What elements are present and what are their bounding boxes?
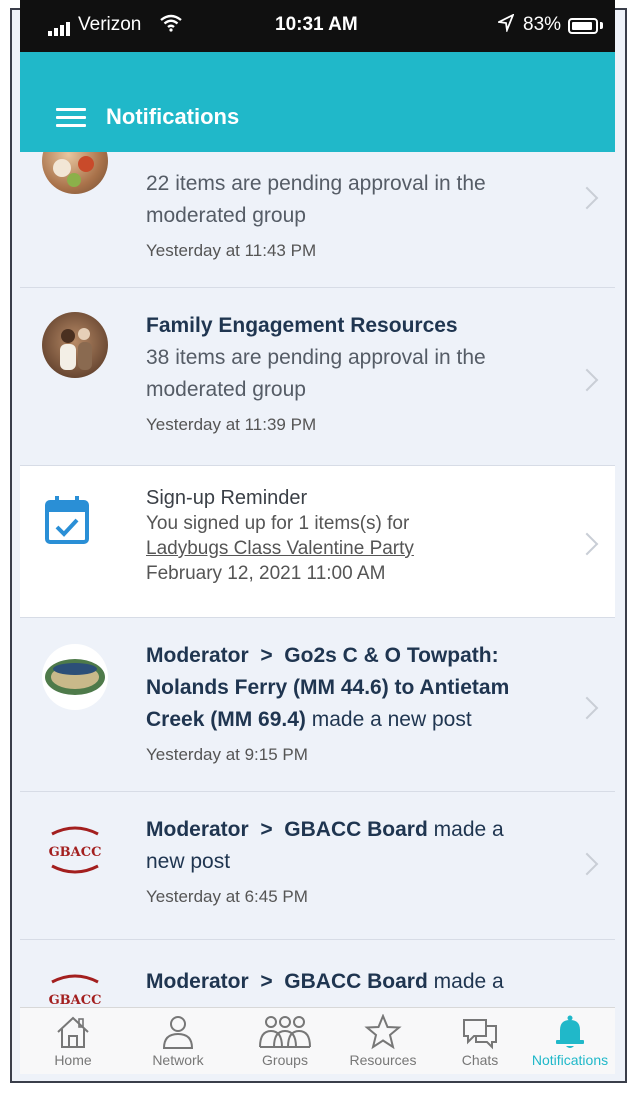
group-avatar-gbacc-logo: GBACC bbox=[42, 818, 108, 884]
notification-item[interactable]: 22 items are pending approval in the mod… bbox=[20, 152, 615, 288]
group-avatar-family-icon bbox=[42, 312, 108, 378]
chevron-right-icon bbox=[575, 368, 599, 392]
chat-icon bbox=[463, 1019, 497, 1050]
role-label: Moderator bbox=[146, 818, 249, 841]
app-header: Notifications bbox=[20, 52, 615, 152]
group-avatar-gbacc-logo: GBACC bbox=[42, 966, 108, 1007]
notification-text: 22 items are pending approval in the mod… bbox=[146, 168, 566, 266]
tab-chats[interactable]: Chats bbox=[440, 1008, 520, 1074]
group-name: Family Engagement Resources bbox=[146, 314, 458, 337]
tab-notifications[interactable]: Notifications bbox=[525, 1008, 615, 1074]
calendar-check-icon bbox=[44, 494, 90, 546]
tab-resources[interactable]: Resources bbox=[338, 1008, 428, 1074]
notification-item[interactable]: GBACC Moderator > GBACC Board made a new… bbox=[20, 792, 615, 940]
notification-time: Yesterday at 6:45 PM bbox=[146, 887, 308, 906]
role-label: Moderator bbox=[146, 644, 249, 667]
hamburger-menu-icon[interactable] bbox=[56, 108, 86, 128]
tab-label: Groups bbox=[262, 1052, 308, 1068]
notification-item[interactable]: Family Engagement Resources 38 items are… bbox=[20, 288, 615, 466]
separator: > bbox=[260, 644, 273, 667]
action-text: made a bbox=[433, 818, 504, 841]
star-icon bbox=[364, 1014, 402, 1050]
tab-label: Chats bbox=[461, 1052, 499, 1068]
gbacc-logo-text: GBACC bbox=[49, 993, 102, 1007]
home-icon bbox=[57, 1016, 89, 1048]
group-name-cont: Nolands Ferry (MM 44.6) to Antietam bbox=[146, 676, 510, 699]
battery-icon bbox=[568, 18, 598, 34]
bottom-tab-bar: Home Network Groups Resources Chats Noti… bbox=[20, 1007, 615, 1074]
chevron-right-icon bbox=[575, 532, 599, 556]
reminder-title: Sign-up Reminder bbox=[146, 487, 308, 509]
notification-list[interactable]: 22 items are pending approval in the mod… bbox=[20, 152, 615, 1007]
wifi-icon bbox=[160, 14, 182, 37]
notification-text: Moderator > GBACC Board made a bbox=[146, 966, 566, 998]
location-arrow-icon bbox=[496, 13, 515, 37]
event-date: February 12, 2021 11:00 AM bbox=[146, 563, 386, 584]
tab-home[interactable]: Home bbox=[38, 1008, 108, 1074]
battery-percent: 83% bbox=[523, 14, 562, 35]
group-name[interactable]: Go2s C & O Towpath: bbox=[284, 644, 498, 667]
groups-icon bbox=[259, 1016, 311, 1048]
notification-text: Sign-up Reminder You signed up for 1 ite… bbox=[146, 486, 566, 586]
group-avatar-food-icon bbox=[42, 152, 108, 194]
battery-tip bbox=[600, 22, 603, 29]
chevron-right-icon bbox=[575, 186, 599, 210]
event-link[interactable]: Ladybugs Class Valentine Party bbox=[146, 536, 566, 561]
person-icon bbox=[162, 1016, 194, 1049]
separator: > bbox=[260, 818, 273, 841]
signal-icon bbox=[48, 22, 70, 36]
notification-item[interactable]: Sign-up Reminder You signed up for 1 ite… bbox=[20, 466, 615, 618]
notification-text: Moderator > GBACC Board made a new post … bbox=[146, 814, 566, 912]
action-text: made a new post bbox=[311, 708, 472, 731]
page-title: Notifications bbox=[106, 104, 240, 129]
separator: > bbox=[260, 970, 273, 993]
clock-time: 10:31 AM bbox=[275, 14, 358, 35]
group-name[interactable]: GBACC Board bbox=[284, 970, 428, 993]
notification-text: Family Engagement Resources 38 items are… bbox=[146, 310, 566, 440]
action-text: new post bbox=[146, 850, 231, 873]
chevron-right-icon bbox=[575, 696, 599, 720]
bell-icon bbox=[556, 1015, 584, 1048]
tab-label: Resources bbox=[349, 1052, 417, 1068]
tab-groups[interactable]: Groups bbox=[240, 1008, 330, 1074]
action-text: made a bbox=[433, 970, 504, 993]
message-line: moderated group bbox=[146, 378, 306, 401]
group-avatar-canal-logo bbox=[42, 644, 108, 710]
group-name-cont: Creek (MM 69.4) bbox=[146, 708, 306, 731]
message-line: 22 items are pending approval in the bbox=[146, 172, 486, 195]
tab-label: Home bbox=[54, 1052, 92, 1068]
message-line: 38 items are pending approval in the bbox=[146, 346, 486, 369]
gbacc-logo-text: GBACC bbox=[49, 845, 102, 860]
notification-time: Yesterday at 11:39 PM bbox=[146, 415, 317, 434]
carrier-label: Verizon bbox=[78, 14, 142, 35]
notification-item[interactable]: Moderator > Go2s C & O Towpath: Nolands … bbox=[20, 618, 615, 792]
tab-label: Network bbox=[152, 1052, 204, 1068]
notification-time: Yesterday at 9:15 PM bbox=[146, 745, 308, 764]
role-label: Moderator bbox=[146, 970, 249, 993]
notification-text: Moderator > Go2s C & O Towpath: Nolands … bbox=[146, 640, 566, 770]
chevron-right-icon bbox=[575, 852, 599, 876]
message-line: You signed up for 1 items(s) for bbox=[146, 513, 410, 534]
tab-network[interactable]: Network bbox=[138, 1008, 218, 1074]
tab-label: Notifications bbox=[531, 1052, 609, 1068]
group-name[interactable]: GBACC Board bbox=[284, 818, 428, 841]
status-bar: Verizon 10:31 AM 83% bbox=[20, 0, 615, 52]
notification-item[interactable]: GBACC Moderator > GBACC Board made a bbox=[20, 940, 615, 1007]
message-line: moderated group bbox=[146, 204, 306, 227]
notification-time: Yesterday at 11:43 PM bbox=[146, 241, 317, 260]
